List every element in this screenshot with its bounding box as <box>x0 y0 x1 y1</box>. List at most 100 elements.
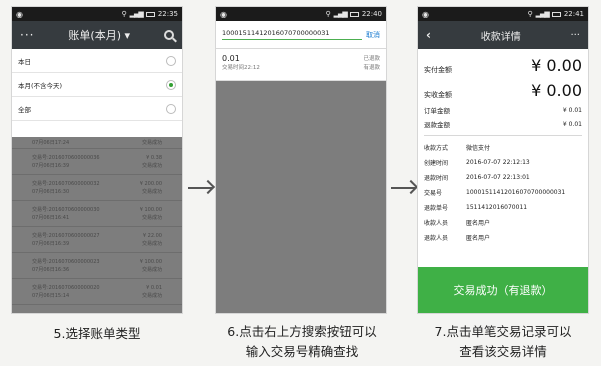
row-date: 07月06日16:36 <box>32 266 70 273</box>
caption-line: 6.点击右上方搜索按钮可以 <box>227 324 377 339</box>
row-amount: ¥ 100.00 <box>139 206 162 213</box>
caption-step-6: 6.点击右上方搜索按钮可以 输入交易号精确查找 <box>196 322 408 362</box>
detail-key: 交易号 <box>424 190 443 197</box>
order-label: 订单金额 <box>424 107 450 115</box>
divider <box>424 135 582 136</box>
clock: 22:41 <box>563 10 584 18</box>
clock: 22:35 <box>157 10 178 18</box>
amount-summary: 实付金额 ¥ 0.00 实收金额 ¥ 0.00 订单金额 ¥ 0.01 退款金额 ¥ 0… <box>418 49 588 131</box>
row-id: 交易号:2016070600000036 <box>32 154 100 161</box>
clock: 22:40 <box>361 10 382 18</box>
detail-key: 收款方式 <box>424 145 449 152</box>
row-date: 07月06日15:14 <box>32 292 70 299</box>
row-date: 07月06日16:39 <box>32 240 70 247</box>
detail-row: 退款时间 2016-07-07 22:13:01 <box>418 170 588 185</box>
menu-item-label: 全部 <box>18 105 31 114</box>
message-icon: ◉ <box>16 9 23 19</box>
list-item: 交易号:2016070600000030 ¥ 100.00 07月06日16:41 交… <box>12 201 182 227</box>
list-item: 交易号:2016070600000023 ¥ 100.00 07月06日16:36 交… <box>12 253 182 279</box>
arrow-right-icon <box>391 178 419 198</box>
row-status: 交易成功 <box>141 240 162 247</box>
search-input[interactable]: 10001511412016070700000031 <box>222 29 362 40</box>
signal-icon: ▂▄▆ <box>535 10 550 18</box>
more-menu-icon[interactable]: ··· <box>20 28 34 42</box>
menu-item-all[interactable]: 全部 <box>12 97 182 121</box>
row-status: 交易成功 <box>141 188 162 195</box>
row-id: 交易号:2016070600000027 <box>32 232 100 239</box>
search-bar: 10001511412016070700000031 取消 <box>216 21 386 49</box>
order-value: ¥ 0.01 <box>562 106 582 114</box>
detail-value: 10001511412016070700000031 <box>466 189 566 196</box>
radio-icon <box>166 103 176 114</box>
refund-amount-row: 退款金额 ¥ 0.01 <box>424 117 582 131</box>
location-icon: ⚲ <box>325 10 331 18</box>
caption-text: 5.选择账单类型 <box>53 326 141 341</box>
row-status: 交易成功 <box>141 266 162 273</box>
detail-row: 收款人员 匿名用户 <box>418 215 588 230</box>
refund-badge: 已退款 <box>363 56 380 62</box>
page-title: 收款详情 <box>480 31 521 43</box>
triangle-down-icon: ▾ <box>124 29 131 42</box>
caption-line: 输入交易号精确查找 <box>245 344 359 359</box>
received-value: ¥ 0.00 <box>531 81 582 100</box>
refund-label: 退款金额 <box>424 121 450 129</box>
detail-value: 2016-07-07 22:13:01 <box>466 174 530 181</box>
cancel-button[interactable]: 取消 <box>366 30 380 40</box>
caption-line: 7.点击单笔交易记录可以 <box>434 324 572 339</box>
detail-row: 交易号 10001511412016070700000031 <box>418 185 588 200</box>
more-menu-icon[interactable]: ··· <box>570 30 580 41</box>
app-header: ‹ 收款详情 ··· <box>418 21 588 49</box>
menu-item-today[interactable]: 本日 <box>12 49 182 73</box>
phone-screen-bill-filter: ◉ ⚲ ▂▄▆ 22:35 ··· 账单(本月) ▾ 本日 本月(不含今天) 全… <box>11 6 183 314</box>
menu-item-this-month[interactable]: 本月(不含今天) <box>12 73 182 97</box>
result-amount: 0.01 <box>222 54 240 63</box>
signal-icon: ▂▄▆ <box>333 10 348 18</box>
paid-value: ¥ 0.00 <box>531 56 582 75</box>
bill-type-dropdown[interactable]: 账单(本月) ▾ <box>34 27 164 43</box>
phone-screen-search: ◉ ⚲ ▂▄▆ 22:40 10001511412016070700000031… <box>215 6 387 314</box>
row-status: 交易成功 <box>141 162 162 169</box>
battery-icon <box>551 11 561 17</box>
detail-value: 匿名用户 <box>466 235 491 242</box>
message-icon: ◉ <box>220 9 227 19</box>
battery-icon <box>349 11 359 17</box>
search-result-item[interactable]: 0.01 已退款 交易时间22:12 有退款 <box>216 49 386 81</box>
refund-value: ¥ 0.01 <box>562 120 582 128</box>
detail-key: 退款时间 <box>424 175 449 182</box>
list-item: 交易号:2016070600000032 ¥ 200.00 07月06日16:30 交… <box>12 175 182 201</box>
dimmed-overlay[interactable] <box>216 81 386 313</box>
order-amount-row: 订单金额 ¥ 0.01 <box>424 103 582 117</box>
detail-value: 微信支付 <box>466 145 491 152</box>
row-date: 07月06日17:24 <box>32 140 70 146</box>
row-status: 交易成功 <box>141 214 162 221</box>
detail-key: 创建时间 <box>424 160 449 167</box>
row-amount: ¥ 100.00 <box>139 258 162 265</box>
detail-key: 退款单号 <box>424 205 449 212</box>
detail-value: 2016-07-07 22:12:13 <box>466 159 530 166</box>
row-id: 交易号:2016070600000030 <box>32 206 100 213</box>
search-icon[interactable] <box>164 30 174 40</box>
phone-screen-detail: ◉ ⚲ ▂▄▆ 22:41 ‹ 收款详情 ··· 实付金额 ¥ 0.00 实收金额… <box>417 6 589 314</box>
row-id: 交易号:2016070600000023 <box>32 258 100 265</box>
page-title: 账单(本月) <box>68 29 121 42</box>
detail-key: 退款人员 <box>424 235 449 242</box>
radio-selected-icon <box>166 79 176 90</box>
caption-step-5: 5.选择账单类型 <box>11 324 183 344</box>
caption-line: 查看该交易详情 <box>459 344 547 359</box>
detail-list: 收款方式 微信支付 创建时间 2016-07-07 22:12:13 退款时间 201… <box>418 140 588 245</box>
status-bar: ◉ ⚲ ▂▄▆ 22:35 <box>12 7 182 21</box>
row-date: 07月06日16:41 <box>32 214 70 221</box>
row-id: 交易号:2016070600000032 <box>32 180 100 187</box>
paid-label: 实付金额 <box>424 66 452 74</box>
row-amount: ¥ 22.00 <box>142 232 162 239</box>
radio-icon <box>166 55 176 66</box>
row-status: 交易成功 <box>141 292 162 299</box>
signal-icon: ▂▄▆ <box>129 10 144 18</box>
received-amount-row: 实收金额 ¥ 0.00 <box>424 78 582 103</box>
detail-value: 匿名用户 <box>466 220 491 227</box>
dimmed-transaction-list: 07月06日17:24 交易成功 交易号:2016070600000036 ¥ 0.… <box>12 137 182 313</box>
paid-amount-row: 实付金额 ¥ 0.00 <box>424 53 582 78</box>
row-date: 07月06日16:30 <box>32 188 70 195</box>
transaction-status-button[interactable]: 交易成功（有退款） <box>418 267 588 313</box>
list-item: 交易号:2016070600000036 ¥ 0.38 07月06日16:39 交易成… <box>12 149 182 175</box>
